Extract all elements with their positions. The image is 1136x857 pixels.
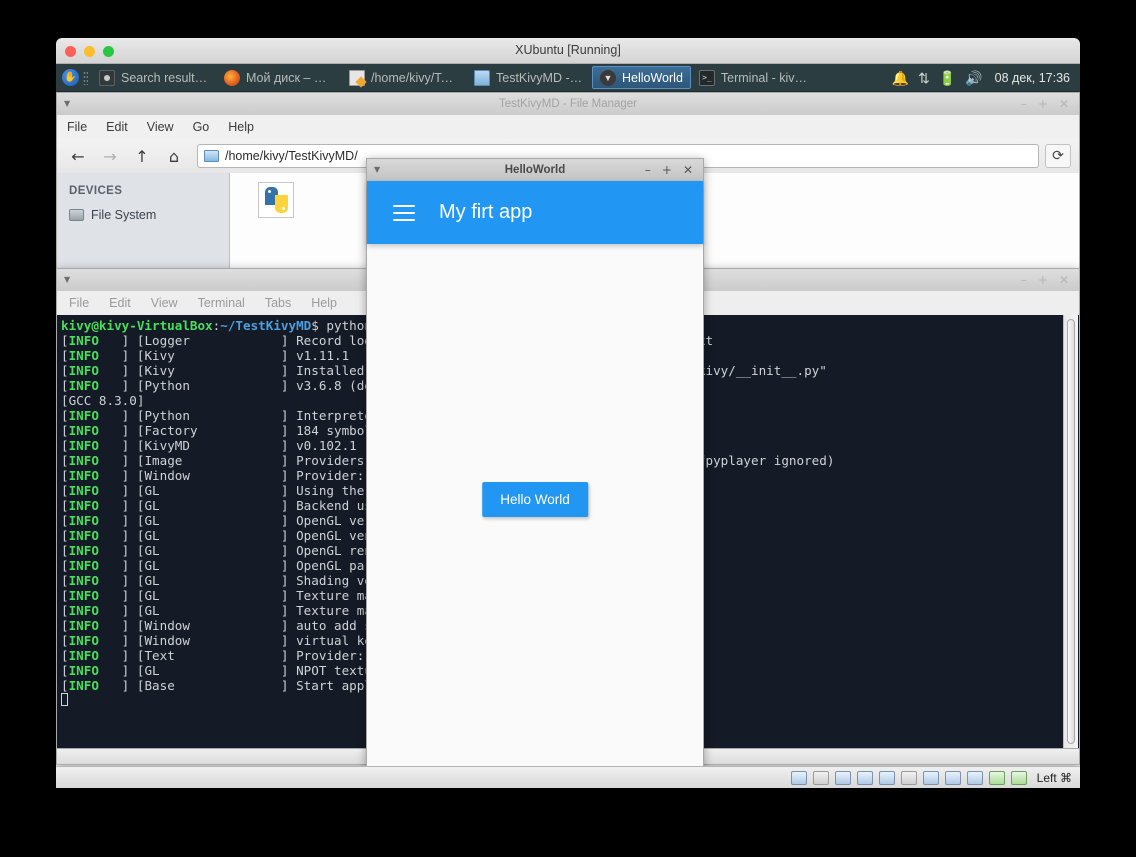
taskbar-item-terminal[interactable]: >_ Terminal - kivy@... bbox=[692, 66, 816, 89]
mouse-integration-icon[interactable] bbox=[988, 770, 1005, 785]
menu-view[interactable]: View bbox=[147, 120, 174, 134]
menu-terminal[interactable]: Terminal bbox=[198, 296, 245, 310]
python-file-icon bbox=[258, 182, 294, 218]
taskbar-item-label: Terminal - kivy@... bbox=[720, 70, 809, 85]
window-menu-icon[interactable]: ▼ bbox=[64, 100, 70, 108]
hamburger-icon[interactable] bbox=[393, 204, 415, 221]
host-key-icon[interactable] bbox=[1010, 770, 1027, 785]
taskbar-item-helloworld[interactable]: ▼ HelloWorld bbox=[592, 66, 691, 89]
battery-icon[interactable]: 🔋 bbox=[939, 71, 956, 85]
harddisk-icon[interactable] bbox=[790, 770, 807, 785]
minimize-button[interactable]: – bbox=[1021, 274, 1027, 286]
sidebar-caption: DEVICES bbox=[69, 185, 123, 197]
terminal-icon: >_ bbox=[698, 69, 715, 86]
floppy-icon[interactable] bbox=[834, 770, 851, 785]
kivy-app-toolbar: My firt app bbox=[367, 181, 703, 244]
panel-handle[interactable] bbox=[83, 70, 88, 85]
display-icon[interactable] bbox=[922, 770, 939, 785]
taskbar-item-label: Search results f... bbox=[121, 70, 209, 85]
menu-file[interactable]: File bbox=[67, 120, 87, 134]
home-icon[interactable]: ⌂ bbox=[161, 144, 187, 168]
sidebar-item-file-system[interactable]: File System bbox=[69, 208, 229, 222]
folder-icon bbox=[474, 69, 490, 86]
host-key-label: Left ⌘ bbox=[1036, 770, 1072, 785]
optical-drive-icon[interactable] bbox=[812, 770, 829, 785]
firefox-icon bbox=[224, 69, 240, 86]
virtualbox-title: XUbuntu [Running] bbox=[515, 43, 621, 57]
notification-bell-icon[interactable]: 🔔 bbox=[892, 71, 909, 85]
close-button[interactable]: ✕ bbox=[683, 164, 693, 176]
desktop: ▼ TestKivyMD - File Manager – + ✕ File E… bbox=[56, 92, 1080, 766]
close-button[interactable]: ✕ bbox=[1059, 98, 1069, 110]
kivy-app-canvas: Hello World bbox=[367, 244, 703, 766]
scrollbar-thumb[interactable] bbox=[1067, 319, 1075, 744]
minimize-button[interactable]: – bbox=[1021, 98, 1027, 110]
back-icon[interactable]: ← bbox=[65, 144, 91, 168]
usb-icon[interactable] bbox=[878, 770, 895, 785]
file-manager-titlebar[interactable]: ▼ TestKivyMD - File Manager – + ✕ bbox=[56, 92, 1080, 115]
taskbar-item-search[interactable]: Search results f... bbox=[92, 66, 216, 89]
menu-tabs[interactable]: Tabs bbox=[265, 296, 291, 310]
taskbar-item-label: HelloWorld bbox=[622, 70, 683, 85]
menu-file[interactable]: File bbox=[69, 296, 89, 310]
window-menu-icon[interactable]: ▼ bbox=[374, 166, 380, 174]
applications-menu-icon[interactable]: ✋ bbox=[62, 69, 79, 86]
recording-icon[interactable] bbox=[944, 770, 961, 785]
volume-icon[interactable]: 🔊 bbox=[965, 71, 982, 85]
path-text: /home/kivy/TestKivyMD/ bbox=[225, 149, 358, 163]
up-icon[interactable]: ↑ bbox=[129, 144, 155, 168]
terminal-scrollbar[interactable] bbox=[1063, 315, 1078, 748]
close-button[interactable]: ✕ bbox=[1059, 274, 1069, 286]
clock[interactable]: 08 дек, 17:36 bbox=[992, 71, 1070, 85]
file-item-python[interactable] bbox=[244, 182, 308, 218]
taskbar-item-label: /home/kivy/Test... bbox=[371, 70, 459, 85]
taskbar-item-label: Мой диск – Goo... bbox=[246, 70, 334, 85]
shared-folders-icon[interactable] bbox=[900, 770, 917, 785]
menu-go[interactable]: Go bbox=[193, 120, 210, 134]
virtualbox-statusbar: Left ⌘ bbox=[56, 766, 1080, 788]
file-manager-menubar: File Edit View Go Help bbox=[56, 115, 1080, 139]
maximize-button[interactable]: + bbox=[662, 164, 672, 176]
menu-view[interactable]: View bbox=[151, 296, 178, 310]
drive-icon bbox=[69, 209, 84, 221]
virtualbox-window: XUbuntu [Running] ✋ Search results f... … bbox=[56, 38, 1080, 788]
window-menu-icon[interactable]: ▼ bbox=[64, 276, 70, 284]
text-editor-icon bbox=[349, 69, 365, 86]
system-tray: 🔔 ⇅ 🔋 🔊 08 дек, 17:36 bbox=[892, 71, 1080, 85]
taskbar-item-editor[interactable]: /home/kivy/Test... bbox=[342, 66, 466, 89]
cpu-icon[interactable] bbox=[966, 770, 983, 785]
folder-icon bbox=[204, 150, 219, 162]
kivy-titlebar[interactable]: ▼ HelloWorld – + ✕ bbox=[366, 158, 704, 181]
hello-world-button[interactable]: Hello World bbox=[482, 482, 588, 517]
file-manager-title: TestKivyMD - File Manager bbox=[498, 98, 638, 110]
reload-icon[interactable]: ⟳ bbox=[1045, 144, 1071, 168]
xfce-top-panel: ✋ Search results f... Мой диск – Goo... … bbox=[56, 64, 1080, 92]
minimize-button[interactable]: – bbox=[645, 164, 651, 176]
sidebar-item-label: File System bbox=[91, 208, 157, 222]
kivy-icon: ▼ bbox=[600, 69, 616, 86]
camera-icon bbox=[99, 69, 115, 86]
menu-edit[interactable]: Edit bbox=[109, 296, 131, 310]
kivy-app-title: My firt app bbox=[439, 201, 533, 223]
network-icon[interactable]: ⇅ bbox=[918, 71, 930, 85]
taskbar-item-firefox[interactable]: Мой диск – Goo... bbox=[217, 66, 341, 89]
maximize-button[interactable]: + bbox=[1038, 274, 1048, 286]
maximize-button[interactable]: + bbox=[1038, 98, 1048, 110]
kivy-app-body: My firt app Hello World bbox=[366, 181, 704, 766]
forward-icon[interactable]: → bbox=[97, 144, 123, 168]
virtualbox-titlebar: XUbuntu [Running] bbox=[56, 38, 1080, 64]
menu-help[interactable]: Help bbox=[311, 296, 337, 310]
network-icon[interactable] bbox=[856, 770, 873, 785]
taskbar-item-label: TestKivyMD - File... bbox=[496, 70, 584, 85]
menu-edit[interactable]: Edit bbox=[106, 120, 128, 134]
menu-help[interactable]: Help bbox=[228, 120, 254, 134]
taskbar-item-filemanager[interactable]: TestKivyMD - File... bbox=[467, 66, 591, 89]
kivy-app-window: ▼ HelloWorld – + ✕ My firt app Hello Wor… bbox=[366, 158, 704, 766]
